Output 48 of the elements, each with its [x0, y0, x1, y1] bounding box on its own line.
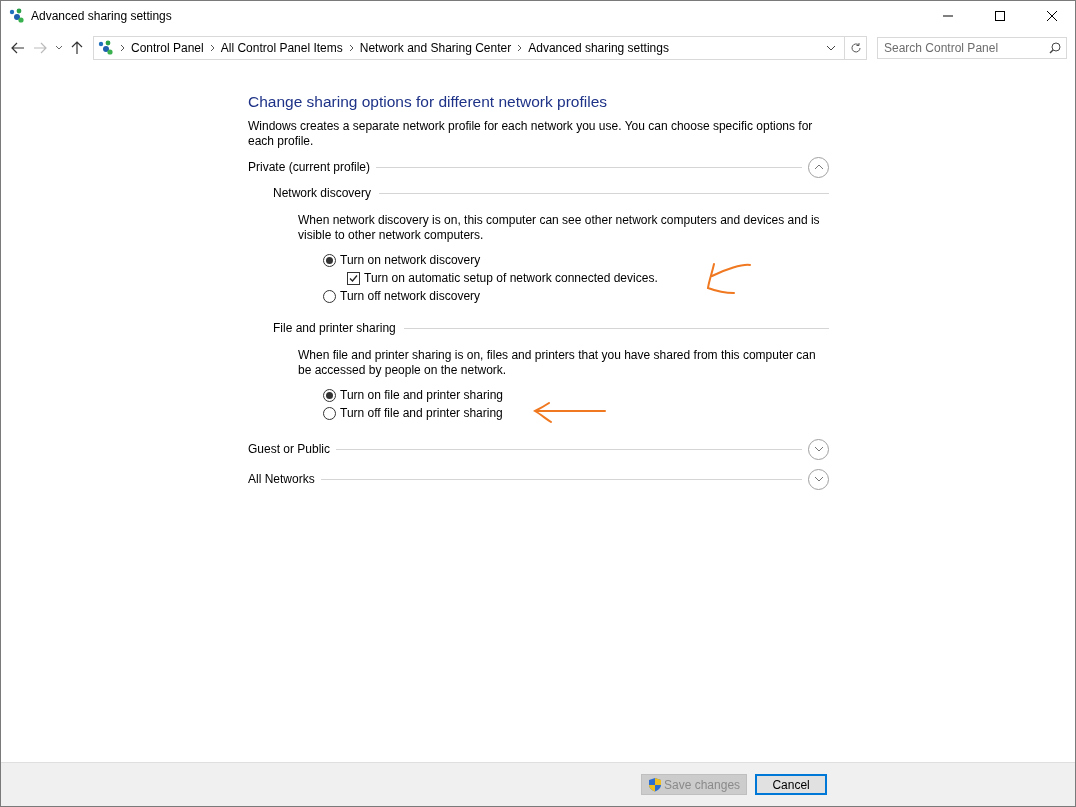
address-bar[interactable]: Control Panel All Control Panel Items Network and Sharing Center Advanced sharing settings: [93, 36, 867, 60]
back-arrow-icon: [11, 42, 25, 54]
option-label: Turn off file and printer sharing: [340, 406, 503, 420]
group-title: File and printer sharing: [273, 321, 396, 335]
caret-icon: [826, 45, 836, 51]
intro-text: Windows creates a separate network profile for each network you use. You can choose specific options for each profile.: [248, 119, 814, 149]
cancel-button[interactable]: Cancel: [755, 774, 828, 795]
location-icon: [98, 40, 114, 56]
dropdown-button[interactable]: [824, 43, 838, 53]
checkbox[interactable]: [347, 271, 360, 285]
section-title: Guest or Public: [248, 442, 331, 456]
option-label: Turn on automatic setup of network connected devices.: [364, 271, 658, 285]
group-description: When network discovery is on, this computer can see other network computers and devices and is visible to other network computers.: [298, 213, 821, 243]
group-description: When file and printer sharing is on, files and printers that you have shared from this computer can be accessed by people on the network.: [298, 348, 817, 378]
chevron-icon: [813, 476, 824, 482]
chevron-icon: [813, 446, 824, 452]
radio-button[interactable]: [323, 289, 336, 303]
up-button[interactable]: [69, 39, 85, 57]
radio-button[interactable]: [323, 388, 336, 402]
back-button[interactable]: [9, 40, 27, 56]
search-icon: [1049, 42, 1061, 54]
refresh-icon: [849, 42, 862, 54]
search-field[interactable]: Search Control Panel: [877, 37, 1067, 59]
section-title: All Networks: [248, 472, 315, 486]
option-label: Turn off network discovery: [340, 289, 481, 303]
radio-button[interactable]: [323, 253, 336, 267]
maximize-icon: [995, 11, 1005, 21]
chevron-icon: [813, 164, 824, 170]
breadcrumb[interactable]: Advanced sharing settings: [528, 41, 669, 55]
option-label: Turn on file and printer sharing: [340, 388, 503, 402]
window-title: Advanced sharing settings: [31, 9, 173, 23]
breadcrumb[interactable]: Network and Sharing Center: [359, 41, 512, 55]
radio-button[interactable]: [323, 406, 336, 420]
caret-icon: [55, 45, 63, 51]
breadcrumb[interactable]: All Control Panel Items: [220, 41, 343, 55]
breadcrumb[interactable]: Control Panel: [131, 41, 204, 55]
chevron-icon: [120, 44, 125, 52]
group-title: Network discovery: [273, 186, 372, 200]
option-label: Turn on network discovery: [340, 253, 481, 267]
chevron-icon: [517, 44, 523, 52]
page-heading: Change sharing options for different network profiles: [248, 93, 608, 111]
app-icon: [9, 8, 25, 24]
forward-arrow-icon: [33, 42, 47, 54]
chevron-icon: [348, 44, 354, 52]
close-icon: [1047, 11, 1057, 21]
chevron-icon: [209, 44, 215, 52]
section-title: Private (current profile): [248, 160, 371, 174]
up-arrow-icon: [71, 41, 83, 55]
